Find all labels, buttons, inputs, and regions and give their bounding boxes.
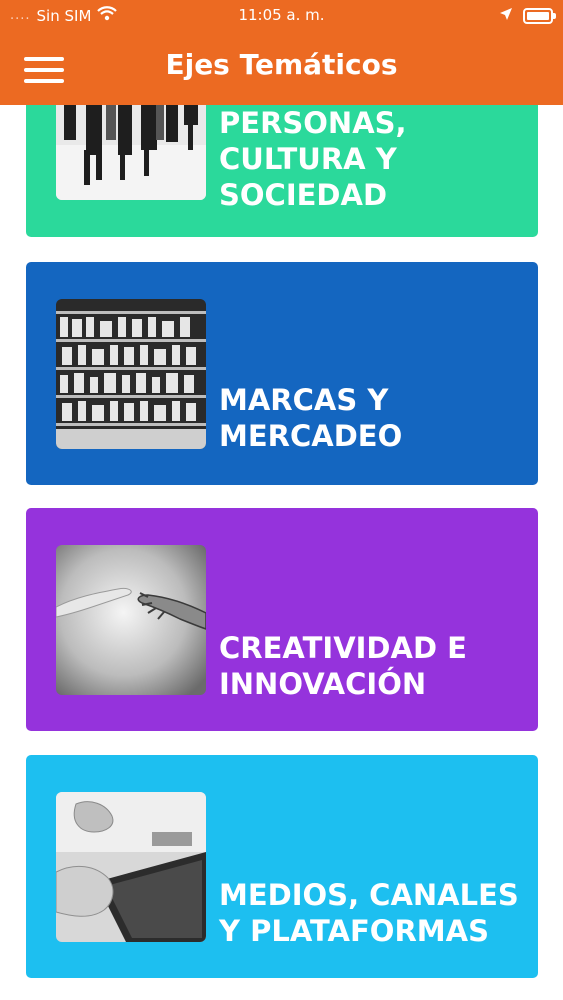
topic-card-creatividad[interactable]: CREATIVIDAD E INNOVACIÓN xyxy=(26,508,538,731)
clock: 11:05 a. m. xyxy=(238,6,325,24)
supermarket-shelves-photo xyxy=(56,299,206,449)
nav-bar: Ejes Temáticos xyxy=(0,36,563,100)
topic-card-medios[interactable]: MEDIOS, CANALES Y PLATAFORMAS xyxy=(26,755,538,978)
location-arrow-icon xyxy=(499,7,513,25)
status-bar: .... Sin SIM 11:05 a. m. xyxy=(0,0,563,32)
hands-tablet-photo xyxy=(56,792,206,942)
topic-card-label: MEDIOS, CANALES Y PLATAFORMAS xyxy=(219,878,519,948)
human-robot-hands-photo xyxy=(56,545,206,695)
topic-card-label: PERSONAS, CULTURA Y SOCIEDAD xyxy=(219,106,407,212)
topic-card-label: CREATIVIDAD E INNOVACIÓN xyxy=(219,631,467,701)
battery-icon xyxy=(523,8,556,24)
topic-card-marcas[interactable]: MARCAS Y MERCADEO xyxy=(26,262,538,485)
topic-card-label: MARCAS Y MERCADEO xyxy=(219,383,403,453)
app-header: .... Sin SIM 11:05 a. m. Ejes Temáticos xyxy=(0,0,563,105)
page-title: Ejes Temáticos xyxy=(165,48,398,81)
